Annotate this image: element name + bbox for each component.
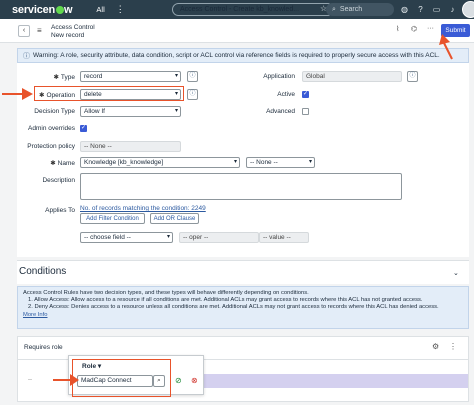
context-tab-title[interactable]: Access Control - Create kb_knowled... bbox=[172, 3, 334, 16]
name-field-value: -- None -- bbox=[250, 159, 278, 166]
warning-text: Warning: A role, security attribute, dat… bbox=[33, 52, 440, 59]
role-highlight bbox=[72, 359, 171, 397]
info-icon: ⓘ bbox=[189, 91, 196, 97]
hamburger-icon[interactable]: ≡ bbox=[37, 26, 42, 35]
row-placeholder: -- bbox=[28, 377, 32, 383]
more-info-link[interactable]: More Info bbox=[23, 312, 463, 319]
chevron-down-icon: ▾ bbox=[308, 159, 312, 165]
callout-arrow-role bbox=[53, 374, 79, 386]
advanced-label: Advanced bbox=[266, 108, 295, 115]
choose-field-select[interactable]: -- choose field -- ▾ bbox=[80, 232, 173, 243]
chat-icon[interactable]: ▭ bbox=[430, 3, 443, 16]
application-label: Application bbox=[263, 73, 295, 80]
decision-type-label: Decision Type bbox=[34, 108, 75, 115]
context-tab-text: Access Control - Create kb_knowled... bbox=[180, 6, 300, 13]
info-icon: ⓘ bbox=[409, 73, 416, 79]
decision-type-select[interactable]: Allow If ▾ bbox=[80, 106, 181, 117]
conditions-title: Conditions bbox=[19, 266, 67, 277]
bell-icon[interactable]: ♪ bbox=[446, 3, 459, 16]
cancel-x-icon[interactable]: ⊗ bbox=[191, 376, 198, 385]
global-search[interactable]: ⌕ Search bbox=[326, 3, 394, 16]
active-label: Active bbox=[277, 91, 295, 98]
advanced-checkbox[interactable] bbox=[302, 108, 309, 115]
name-label: ✱ Name bbox=[50, 160, 75, 167]
decision-type-value: Allow If bbox=[84, 108, 105, 115]
warning-banner: ⓘ Warning: A role, security attribute, d… bbox=[17, 48, 469, 63]
type-select[interactable]: record ▾ bbox=[80, 71, 181, 82]
form-header: ‹ ≡ Access Control New record ⌇ ⌬ ··· Su… bbox=[0, 19, 474, 43]
protection-policy-field: -- None -- bbox=[80, 141, 181, 152]
table-row[interactable] bbox=[188, 374, 468, 388]
servicenow-logo[interactable]: servicen w bbox=[12, 3, 73, 16]
conditions-section-header[interactable]: Conditions ⌄ bbox=[17, 260, 469, 284]
chevron-down-icon: ▾ bbox=[166, 234, 170, 240]
active-checkbox[interactable]: ✓ bbox=[302, 91, 309, 98]
chevron-down-icon: ▾ bbox=[174, 108, 178, 114]
info-icon: ⓘ bbox=[189, 73, 196, 79]
records-match-link[interactable]: No. of records matching the condition: 2… bbox=[80, 205, 206, 212]
protection-policy-label: Protection policy bbox=[27, 143, 75, 150]
all-menu[interactable]: All bbox=[96, 5, 104, 14]
requires-role-header: Requires role bbox=[24, 344, 63, 351]
value-field-value: -- value -- bbox=[263, 234, 291, 241]
info-line-3: 2. Deny Access: Denies access to a resou… bbox=[28, 304, 439, 311]
name-table-value: Knowledge [kb_knowledge] bbox=[84, 159, 164, 166]
value-field[interactable]: -- value -- bbox=[259, 232, 309, 243]
applies-to-label: Applies To bbox=[45, 207, 75, 214]
info-line-2: 1. Allow Access: Allow access to a resou… bbox=[28, 297, 423, 304]
application-value: Global bbox=[306, 73, 325, 80]
more-options-icon[interactable]: ⋮ bbox=[449, 342, 457, 351]
type-label: ✱ Type bbox=[53, 74, 75, 81]
type-info-button[interactable]: ⓘ bbox=[187, 71, 198, 82]
chevron-down-icon[interactable]: ⌄ bbox=[453, 269, 459, 277]
checkmark-icon: ✓ bbox=[80, 125, 87, 131]
more-menu[interactable]: ⋮ bbox=[116, 4, 125, 15]
form-title-line2: New record bbox=[51, 32, 85, 39]
operation-highlight bbox=[34, 86, 184, 101]
more-options-icon[interactable]: ··· bbox=[427, 25, 434, 32]
add-filter-condition-button[interactable]: Add Filter Condition bbox=[80, 213, 145, 224]
logo-dot bbox=[55, 5, 64, 14]
chevron-down-icon: ▾ bbox=[174, 73, 178, 79]
choose-field-value: -- choose field -- bbox=[84, 234, 131, 241]
protection-policy-value: -- None -- bbox=[84, 143, 112, 150]
type-select-value: record bbox=[84, 73, 103, 80]
name-field-select[interactable]: -- None -- ▾ bbox=[246, 157, 315, 168]
globe-icon[interactable]: ◍ bbox=[398, 3, 411, 16]
avatar[interactable] bbox=[462, 1, 474, 18]
logo-text-start: servicen bbox=[12, 3, 56, 16]
application-field: Global bbox=[302, 71, 402, 82]
description-textarea[interactable] bbox=[80, 173, 402, 200]
callout-arrow-operation bbox=[2, 88, 33, 100]
checkmark-icon: ✓ bbox=[302, 91, 309, 97]
back-button[interactable]: ‹ bbox=[18, 25, 30, 37]
conditions-info-banner: Access Control Rules have two decision t… bbox=[17, 286, 469, 329]
gear-icon[interactable]: ⚙ bbox=[432, 342, 439, 351]
name-table-select[interactable]: Knowledge [kb_knowledge] ▾ bbox=[80, 157, 240, 168]
add-or-clause-button[interactable]: Add OR Clause bbox=[150, 213, 199, 224]
application-info-button[interactable]: ⓘ bbox=[407, 71, 418, 82]
operation-info-button[interactable]: ⓘ bbox=[187, 89, 198, 100]
form-title-line1: Access Control bbox=[51, 24, 95, 31]
search-placeholder: Search bbox=[339, 6, 363, 13]
operator-select[interactable]: -- oper -- bbox=[179, 232, 259, 243]
activity-icon[interactable]: ⌬ bbox=[411, 25, 417, 33]
operator-value: -- oper -- bbox=[183, 234, 209, 241]
form-title: Access Control New record bbox=[51, 24, 95, 40]
chevron-down-icon: ▾ bbox=[233, 159, 237, 165]
logo-text-end: w bbox=[64, 3, 73, 16]
admin-overrides-checkbox[interactable]: ✓ bbox=[80, 125, 87, 132]
info-line-1: Access Control Rules have two decision t… bbox=[23, 290, 309, 296]
attachment-icon[interactable]: ⌇ bbox=[396, 25, 399, 33]
help-icon[interactable]: ? bbox=[414, 3, 427, 16]
save-check-icon[interactable]: ⊘ bbox=[175, 376, 182, 385]
description-label: Description bbox=[42, 177, 75, 184]
callout-arrow-submit bbox=[439, 34, 453, 60]
search-icon: ⌕ bbox=[332, 5, 336, 13]
chevron-left-icon: ‹ bbox=[22, 27, 26, 34]
info-icon: ⓘ bbox=[23, 52, 30, 60]
admin-overrides-label: Admin overrides bbox=[28, 125, 75, 132]
